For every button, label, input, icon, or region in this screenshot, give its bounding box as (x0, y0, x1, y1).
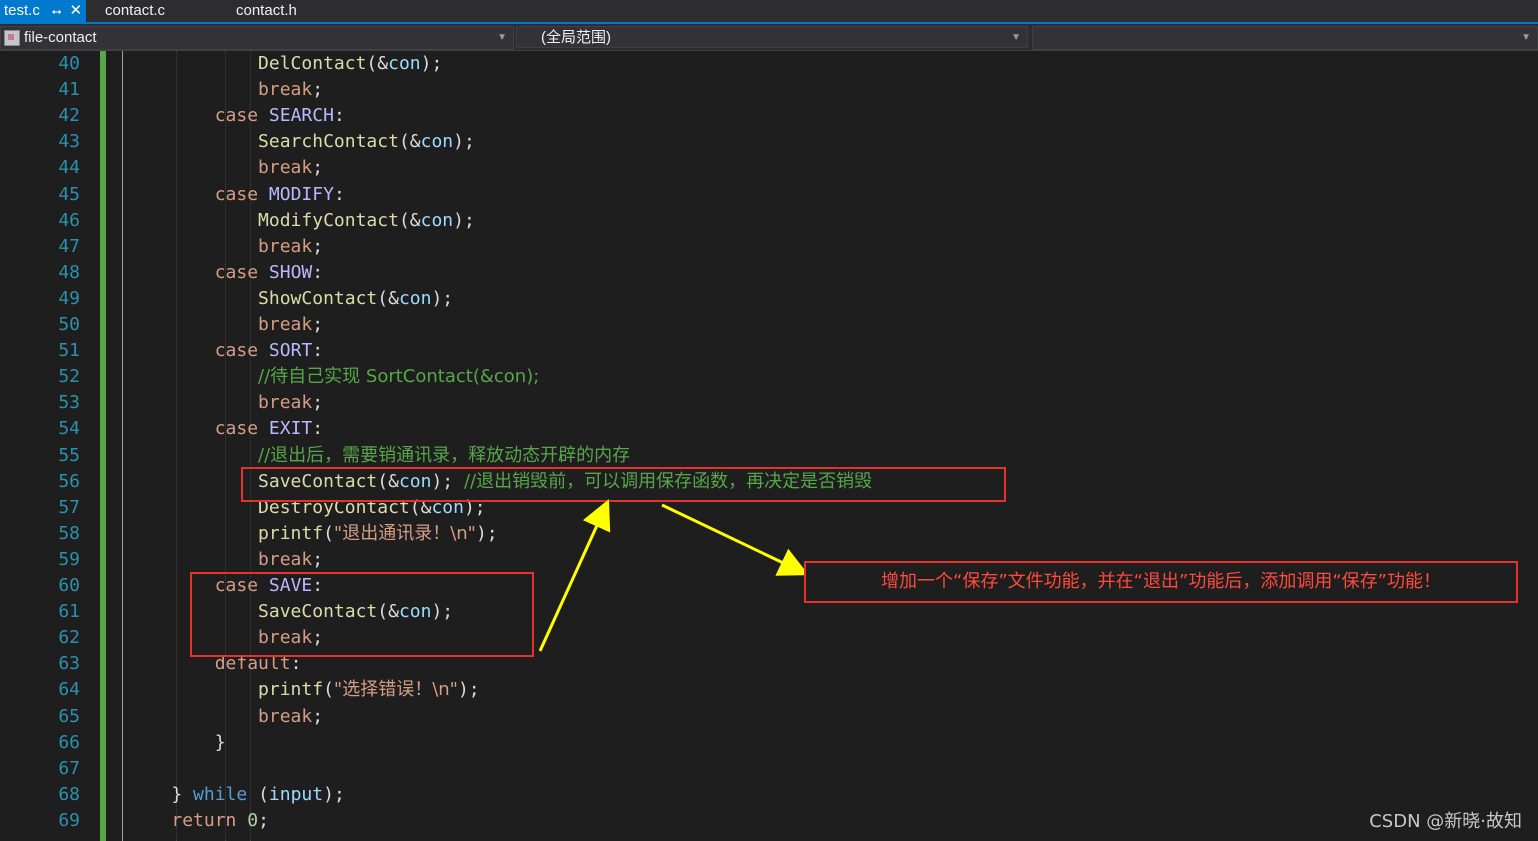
arrow-to-save-on-exit (538, 499, 611, 652)
watermark: CSDN @新晓·故知 (1369, 811, 1522, 832)
annotation-arrows (538, 499, 809, 652)
annotation-note: 增加一个“保存”文件功能，并在“退出”功能后，添加调用“保存”功能！ (804, 561, 1518, 603)
arrow-to-note (661, 503, 809, 576)
